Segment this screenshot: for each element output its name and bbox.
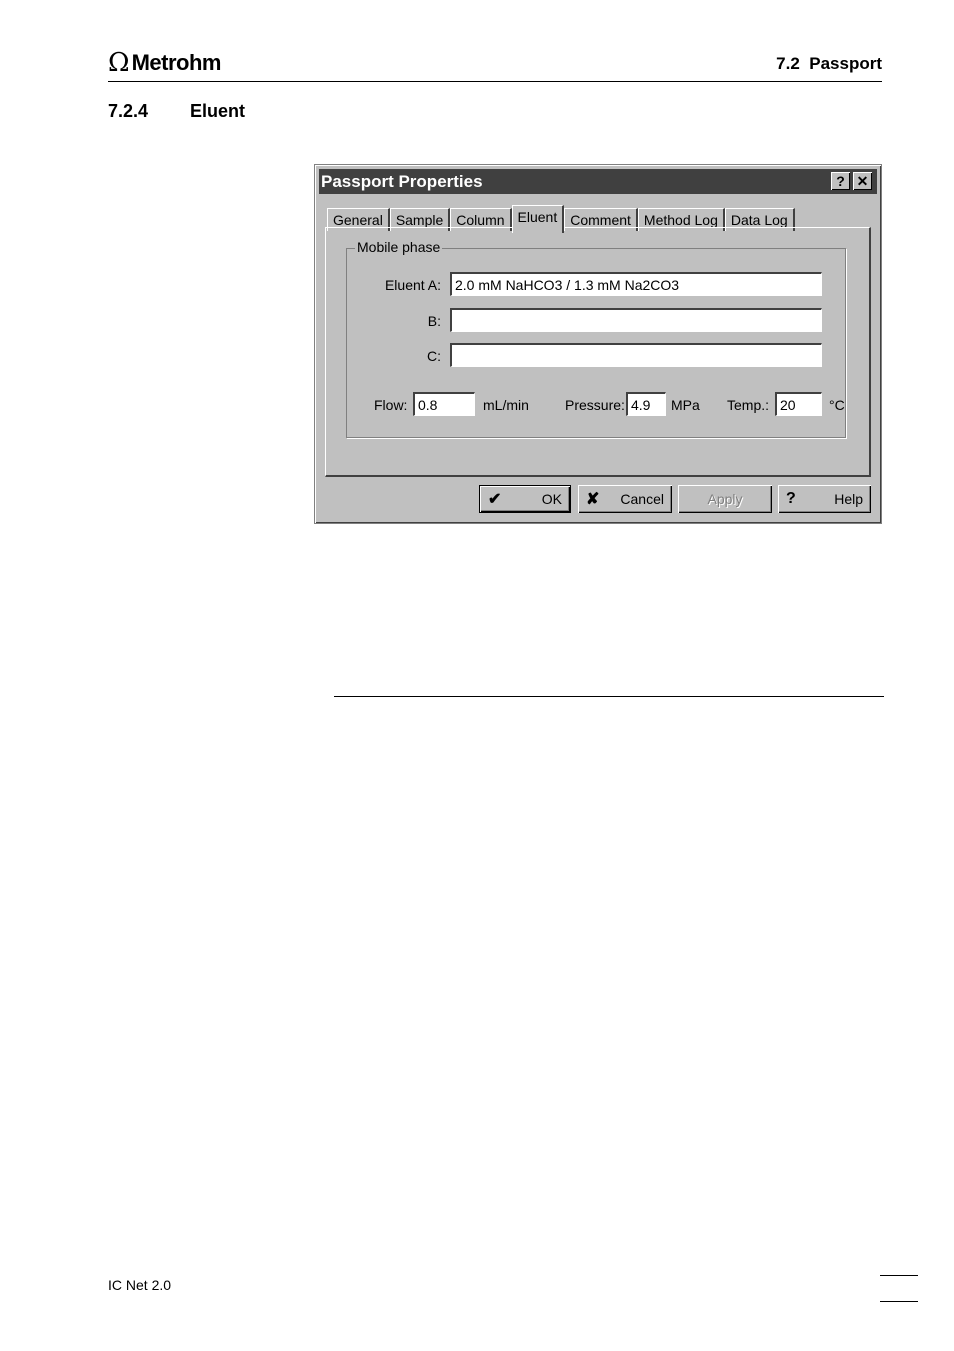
dialog-titlebar: Passport Properties ? ✕ — [319, 169, 877, 194]
logo-text: Metrohm — [131, 50, 222, 75]
section-heading: 7.2.4 Eluent — [108, 101, 245, 122]
help-button[interactable]: ? Help — [778, 485, 871, 513]
eluent-a-label: Eluent A: — [384, 277, 441, 293]
mobile-phase-group: Mobile phase Eluent A: 2.0 mM NaHCO3 / 1… — [346, 239, 846, 438]
section-title: Eluent — [190, 101, 246, 121]
cancel-button[interactable]: ✘ Cancel — [578, 485, 672, 513]
omega-icon: Ω — [108, 48, 130, 78]
pressure-label: Pressure: — [565, 397, 625, 413]
temp-unit: °C — [829, 397, 845, 413]
footer-rule-bottom — [880, 1301, 918, 1302]
passport-properties-dialog: Passport Properties ? ✕ General Sample C… — [314, 164, 882, 524]
cross-icon: ✘ — [586, 491, 600, 508]
section-number: 7.2.4 — [108, 101, 149, 121]
checkmark-icon: ✔ — [488, 491, 502, 508]
section-reference: 7.2 Passport — [776, 54, 882, 73]
dialog-title: Passport Properties — [321, 171, 483, 191]
eluent-b-label: B: — [427, 313, 441, 329]
footer-rule-top — [880, 1275, 918, 1276]
temp-label: Temp.: — [727, 397, 770, 413]
flow-label: Flow: — [374, 397, 408, 413]
close-icon[interactable]: ✕ — [853, 172, 872, 190]
tab-eluent[interactable]: Eluent — [511, 205, 565, 233]
pressure-unit: MPa — [671, 397, 700, 413]
flow-unit: mL/min — [483, 397, 529, 413]
apply-button[interactable]: Apply — [678, 485, 772, 513]
flow-input[interactable]: 0.8 — [413, 392, 475, 416]
eluent-tab-panel: Mobile phase Eluent A: 2.0 mM NaHCO3 / 1… — [325, 227, 871, 477]
pressure-input[interactable]: 4.9 — [626, 392, 666, 416]
eluent-c-input[interactable] — [450, 343, 822, 367]
eluent-c-label: C: — [427, 348, 441, 364]
help-icon[interactable]: ? — [831, 172, 850, 190]
eluent-b-input[interactable] — [450, 308, 822, 332]
header-divider — [108, 81, 882, 82]
eluent-a-input[interactable]: 2.0 mM NaHCO3 / 1.3 mM Na2CO3 — [450, 272, 822, 296]
content-divider — [334, 696, 884, 697]
temp-input[interactable]: 20 — [775, 392, 822, 416]
footer-product: IC Net 2.0 — [108, 1277, 172, 1293]
metrohm-logo: Ω Metrohm — [108, 50, 221, 76]
group-label: Mobile phase — [355, 239, 443, 255]
question-icon: ? — [786, 490, 796, 507]
ok-button[interactable]: ✔ OK — [479, 485, 571, 513]
